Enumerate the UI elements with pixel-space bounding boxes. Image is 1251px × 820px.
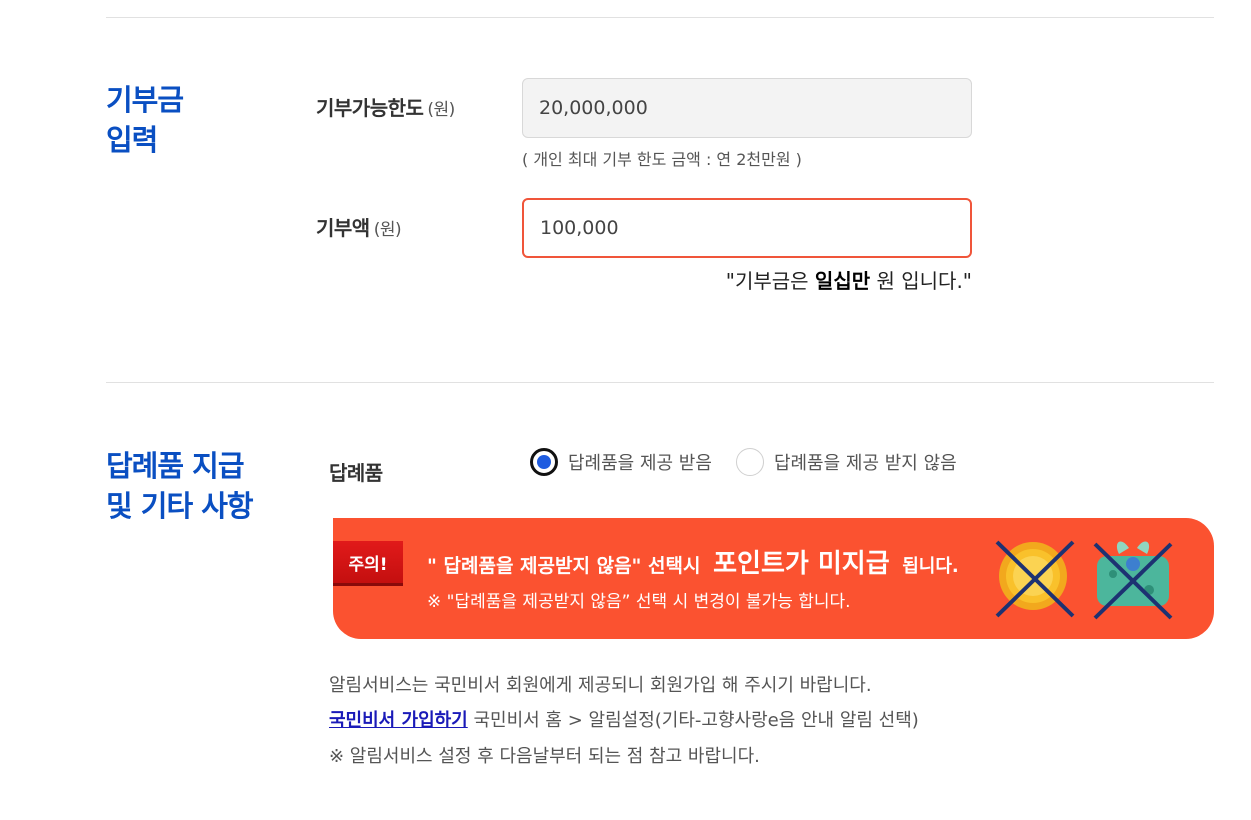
amount-label: 기부액 (원) (316, 212, 402, 241)
donation-title-line1: 기부금 (106, 83, 184, 117)
info-line3: ※ 알림서비스 설정 후 다음날부터 되는 점 참고 바랍니다. (329, 746, 760, 767)
notice-line2: ※ "답례품을 제공받지 않음” 선택 시 변경이 불가능 합니다. (427, 592, 851, 612)
notice-tag: 주의! (333, 541, 403, 583)
limit-unit: (원) (427, 100, 455, 120)
radio-unchecked-icon[interactable] (735, 448, 764, 476)
amount-input[interactable]: 100,000 (522, 198, 972, 258)
limit-value: 20,000,000 (539, 97, 648, 119)
point-coin-icon (995, 540, 1075, 618)
amount-text-prefix: "기부금은 (725, 269, 815, 293)
gift-radio-group: 답례품을 제공 받음 답례품을 제공 받지 않음 (530, 448, 957, 476)
amount-text-suffix: 원 입니다." (870, 269, 972, 293)
signup-link[interactable]: 국민비서 가입하기 (329, 710, 468, 731)
limit-input: 20,000,000 (522, 78, 972, 138)
section-divider (106, 382, 1214, 383)
radio-receive-label[interactable]: 답례품을 제공 받음 (568, 449, 712, 475)
notice-line1-big: 포인트가 미지급 (713, 549, 890, 579)
limit-label: 기부가능한도 (원) (316, 92, 455, 121)
gift-package-icon (1093, 541, 1173, 620)
donation-section-title: 기부금 입력 (106, 80, 184, 160)
notice-line1: " 답례품을 제공받지 않음" 선택시 포인트가 미지급 됩니다. (427, 543, 959, 580)
gift-title-line2: 및 기타 사항 (106, 489, 254, 523)
notice-line1-suffix: 됩니다. (902, 556, 959, 577)
gift-section-title: 답례품 지급 및 기타 사항 (106, 446, 254, 526)
info-line2: 국민비서 가입하기 국민비서 홈 > 알림설정(기타-고향사랑e음 안내 알림 … (329, 706, 919, 732)
amount-unit: (원) (373, 220, 402, 240)
amount-in-words: "기부금은 일십만 원 입니다." (726, 265, 972, 294)
top-divider (106, 17, 1214, 18)
info-line1: 알림서비스는 국민비서 회원에게 제공되니 회원가입 해 주시기 바랍니다. (329, 675, 872, 696)
radio-no-gift-label[interactable]: 답례품을 제공 받지 않음 (774, 449, 957, 475)
gift-title-line1: 답례품 지급 (106, 449, 244, 483)
amount-value[interactable]: 100,000 (540, 217, 619, 239)
amount-label-text: 기부액 (316, 216, 370, 240)
limit-label-text: 기부가능한도 (316, 96, 424, 120)
notice-line1-prefix: " 답례품을 제공받지 않음" 선택시 (427, 555, 701, 577)
gift-label: 답례품 (329, 461, 383, 485)
limit-note: ( 개인 최대 기부 한도 금액 : 연 2천만원 ) (522, 150, 802, 169)
amount-text-bold: 일십만 (814, 269, 871, 293)
radio-receive-gift[interactable]: 답례품을 제공 받음 (530, 448, 712, 476)
radio-checked-icon[interactable] (530, 448, 558, 476)
radio-no-gift[interactable]: 답례품을 제공 받지 않음 (735, 448, 957, 476)
info-line2-rest: 국민비서 홈 > 알림설정(기타-고향사랑e음 안내 알림 선택) (467, 710, 919, 731)
donation-title-line2: 입력 (106, 123, 158, 157)
